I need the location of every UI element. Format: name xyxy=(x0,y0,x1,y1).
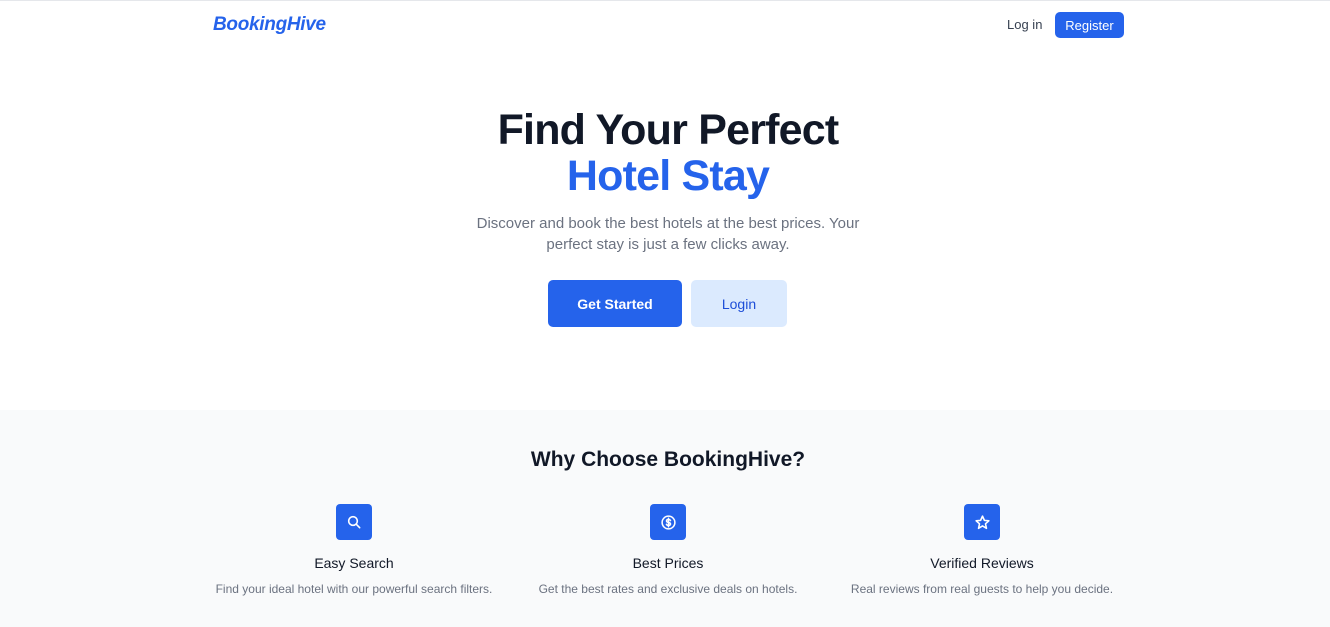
star-icon xyxy=(964,504,1000,540)
feature-card-prices: Best Prices Get the best rates and exclu… xyxy=(508,504,828,596)
search-icon xyxy=(336,504,372,540)
feature-title: Best Prices xyxy=(632,555,704,571)
feature-description: Find your ideal hotel with our powerful … xyxy=(215,582,493,596)
feature-description: Get the best rates and exclusive deals o… xyxy=(538,582,798,596)
brand-logo[interactable]: BookingHive xyxy=(213,14,326,36)
login-button[interactable]: Login xyxy=(691,280,787,327)
hero-title: Find Your Perfect xyxy=(497,106,840,154)
features-section: Why Choose BookingHive? Easy Search Find… xyxy=(0,410,1330,627)
login-link[interactable]: Log in xyxy=(1007,17,1042,32)
dollar-icon xyxy=(650,504,686,540)
feature-description: Real reviews from real guests to help yo… xyxy=(850,582,1114,596)
hero-section: Find Your Perfect Hotel Stay Discover an… xyxy=(0,49,1330,410)
feature-title: Easy Search xyxy=(314,555,394,571)
hero-title-accent: Hotel Stay xyxy=(566,152,770,200)
navbar: BookingHive Log in Register xyxy=(0,1,1330,49)
hero-subtitle: Discover and book the best hotels at the… xyxy=(476,215,860,253)
feature-title: Verified Reviews xyxy=(930,555,1034,571)
register-button[interactable]: Register xyxy=(1055,12,1124,38)
features-title: Why Choose BookingHive? xyxy=(530,448,806,471)
feature-card-reviews: Verified Reviews Real reviews from real … xyxy=(822,504,1142,596)
feature-card-search: Easy Search Find your ideal hotel with o… xyxy=(194,504,514,596)
get-started-button[interactable]: Get Started xyxy=(548,280,682,327)
